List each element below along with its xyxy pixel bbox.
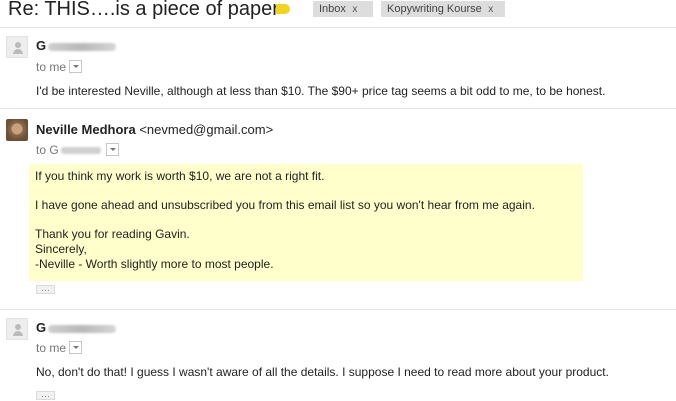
sender-name[interactable]: G [36,38,117,53]
show-trimmed-content-button[interactable]: … [36,390,55,400]
redacted-name [60,147,101,155]
redacted-name [48,324,117,333]
redacted-name [48,42,117,51]
recipient-line: to me [36,60,83,74]
message-3[interactable]: G to me No, don't do that! I guess I was… [0,310,676,401]
message-1[interactable]: G to me I'd be interested Neville, altho… [0,28,676,108]
default-avatar-icon [6,318,28,340]
chevron-down-icon[interactable] [69,60,83,73]
close-icon[interactable]: x [346,2,364,18]
thread-header: Re: THIS….is a piece of paper Inbox x Kop… [0,0,676,25]
paragraph: Thank you for reading Gavin. [35,227,190,241]
paragraph: -Neville - Worth slightly more to most p… [35,257,274,271]
default-avatar-icon [6,36,28,58]
recipient-line: to G [36,143,119,157]
label-chip-kopywriting-kourse[interactable]: Kopywriting Kourse x [381,1,505,17]
tag-icon[interactable] [276,4,290,14]
paragraph: I have gone ahead and unsubscribed you f… [35,198,535,212]
message-body-highlight: If you think my work is worth $10, we ar… [29,164,583,281]
show-trimmed-content-button[interactable]: … [36,284,55,294]
sender-name[interactable]: Neville Medhora <nevmed@gmail.com> [36,122,273,137]
chevron-down-icon[interactable] [69,341,83,354]
message-body: No, don't do that! I guess I wasn't awar… [36,365,609,379]
label-chip-text: Kopywriting Kourse [387,3,482,15]
thread-subject: Re: THIS….is a piece of paper [8,0,279,20]
sender-name[interactable]: G [36,320,117,335]
avatar [6,119,28,141]
recipient-line: to me [36,341,83,355]
label-chip-inbox[interactable]: Inbox x [313,1,373,17]
close-icon[interactable]: x [482,2,500,18]
message-body: I'd be interested Neville, although at l… [36,84,606,98]
chevron-down-icon[interactable] [105,143,119,156]
label-chip-text: Inbox [319,3,346,15]
sender-email: <nevmed@gmail.com> [139,122,274,137]
paragraph: Sincerely, [35,242,87,256]
paragraph: If you think my work is worth $10, we ar… [35,169,325,183]
